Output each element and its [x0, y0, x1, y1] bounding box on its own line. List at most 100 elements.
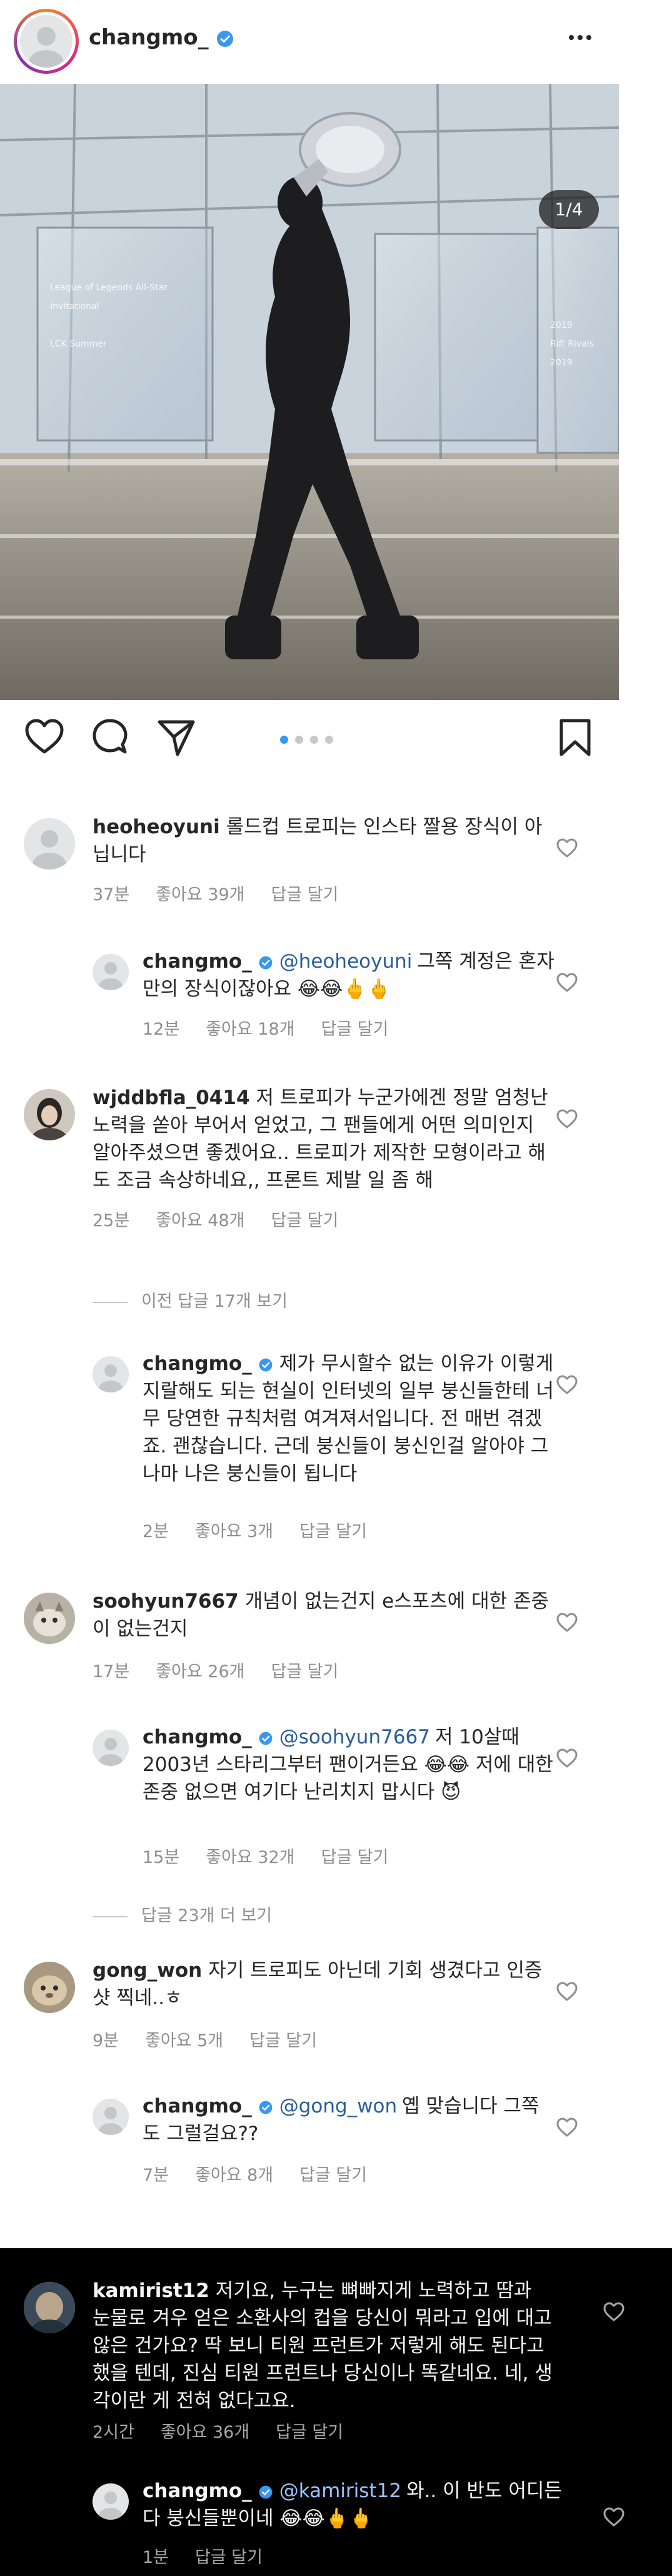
commenter-avatar[interactable] — [93, 1730, 129, 1766]
view-replies-label[interactable]: 답글 23개 더 보기 — [141, 1906, 272, 1925]
comment-likes[interactable]: 좋아요 3개 — [195, 1522, 273, 1541]
comment-icon[interactable] — [90, 718, 130, 758]
comment-likes[interactable]: 좋아요 26개 — [156, 1662, 244, 1681]
post-header: changmo_ — [0, 0, 619, 81]
default-avatar-icon — [24, 818, 75, 870]
verified-badge-icon — [259, 1358, 273, 1371]
reply-button[interactable]: 답글 달기 — [271, 1211, 339, 1230]
carousel-dot — [325, 736, 333, 744]
svg-text:Invitational: Invitational — [50, 302, 99, 312]
comment-body: heoheoyuni 롤드컵 트로피는 인스타 짤용 장식이 아닙니다 — [93, 813, 555, 868]
reply-button[interactable]: 답글 달기 — [271, 1662, 339, 1681]
comment-body: changmo_ @kamirist12 와.. 이 반도 어디든 다 붕신들뿐이네… — [143, 2477, 580, 2532]
comment: soohyun7667 개념이 없는건지 e스포츠에 대한 존중이 없는건지 17… — [0, 1588, 672, 1694]
comment-reply: changmo_ @kamirist12 와.. 이 반도 어디든 다 붕신들뿐이네… — [0, 2477, 672, 2567]
comment-likes[interactable]: 좋아요 48개 — [156, 1211, 244, 1230]
profile-avatar[interactable] — [14, 9, 79, 74]
comment-likes[interactable]: 좋아요 39개 — [156, 885, 244, 905]
comment-time: 12분 — [143, 1020, 180, 1039]
bookmark-icon[interactable] — [558, 718, 593, 758]
comment-username[interactable]: changmo_ — [143, 2480, 252, 2502]
comment-meta: 9분 좋아요 5개 답글 달기 — [93, 2027, 343, 2051]
comment-likes[interactable]: 좋아요 8개 — [195, 2166, 273, 2185]
comment-like-icon[interactable] — [603, 2302, 624, 2322]
comment-like-icon[interactable] — [556, 1375, 578, 1395]
heart-icon[interactable] — [24, 718, 65, 756]
comment-like-icon[interactable] — [556, 838, 578, 858]
svg-text:2019: 2019 — [550, 320, 573, 330]
comment-like-icon[interactable] — [556, 1982, 578, 2002]
view-previous-replies[interactable]: 이전 답글 17개 보기 — [93, 1287, 288, 1312]
comment-reply: changmo_ @gong_won 옙 맞습니다 그쪽도 그럴걸요?? 7분 좋아요… — [0, 2092, 672, 2199]
comment-username[interactable]: changmo_ — [143, 2095, 252, 2117]
comment-likes[interactable]: 좋아요 32개 — [206, 1848, 294, 1867]
reply-button[interactable]: 답글 달기 — [299, 2166, 367, 2185]
comment-like-icon[interactable] — [556, 1613, 578, 1633]
reply-button[interactable]: 답글 달기 — [276, 2423, 343, 2442]
comment-like-icon[interactable] — [603, 2507, 624, 2527]
view-replies-label[interactable]: 이전 답글 17개 보기 — [141, 1292, 288, 1311]
carousel-dot — [310, 736, 318, 744]
commenter-avatar[interactable] — [24, 818, 75, 870]
share-icon[interactable] — [156, 718, 196, 758]
post-photo[interactable]: League of Legends All-Star Invitational … — [0, 84, 619, 700]
commenter-avatar[interactable] — [24, 1593, 75, 1644]
reply-button[interactable]: 답글 달기 — [249, 2031, 317, 2051]
commenter-avatar[interactable] — [93, 954, 129, 990]
comment-reply: changmo_ @heoheoyuni 그쪽 계정은 혼자만의 장식이잖아요 😂😂… — [0, 948, 672, 1048]
verified-badge-icon — [259, 1732, 273, 1745]
comment-likes[interactable]: 좋아요 36개 — [161, 2423, 249, 2442]
comment-mention[interactable]: @heoheoyuni — [279, 950, 413, 973]
comment-meta: 12분 좋아요 18개 답글 달기 — [143, 1015, 414, 1040]
commenter-avatar[interactable] — [24, 2282, 75, 2333]
commenter-avatar[interactable] — [93, 1356, 129, 1392]
comment-time: 17분 — [93, 1662, 130, 1681]
default-avatar-icon — [93, 2099, 129, 2135]
verified-badge-icon — [259, 2485, 273, 2498]
post-author-name[interactable]: changmo_ — [89, 25, 209, 50]
comment-mention[interactable]: @gong_won — [279, 2095, 397, 2117]
carousel-indicator — [280, 736, 343, 744]
comment-username[interactable]: soohyun7667 — [93, 1590, 239, 1613]
comment-time: 15분 — [143, 1848, 180, 1867]
comment-likes[interactable]: 좋아요 18개 — [206, 1020, 294, 1039]
more-icon[interactable] — [561, 25, 599, 50]
reply-button[interactable]: 답글 달기 — [321, 1020, 389, 1039]
verified-badge-icon — [259, 2101, 273, 2114]
comment-mention[interactable]: @kamirist12 — [279, 2480, 401, 2502]
commenter-avatar[interactable] — [24, 1089, 75, 1140]
reply-button[interactable]: 답글 달기 — [299, 1522, 367, 1541]
comment-meta: 2시간 좋아요 36개 답글 달기 — [93, 2418, 369, 2443]
comment-like-icon[interactable] — [556, 973, 578, 993]
commenter-avatar[interactable] — [93, 2099, 129, 2135]
comment-username[interactable]: gong_won — [93, 1959, 202, 1982]
photo-counter: 1/4 — [539, 190, 599, 229]
comment-time: 7분 — [143, 2166, 169, 2185]
profile-photo-icon — [24, 2282, 75, 2333]
comment-mention[interactable]: @soohyun7667 — [279, 1726, 430, 1748]
view-more-replies[interactable]: 답글 23개 더 보기 — [93, 1902, 272, 1926]
comment-like-icon[interactable] — [556, 1109, 578, 1129]
default-avatar-icon — [93, 2483, 129, 2520]
comment-username[interactable]: changmo_ — [143, 1352, 252, 1375]
commenter-avatar[interactable] — [24, 1962, 75, 2013]
comment-username[interactable]: heoheoyuni — [93, 816, 220, 838]
comment-username[interactable]: kamirist12 — [93, 2279, 209, 2302]
profile-photo-icon — [24, 1962, 75, 2013]
comment-like-icon[interactable] — [556, 2117, 578, 2137]
reply-button[interactable]: 답글 달기 — [195, 2548, 263, 2567]
post-author[interactable]: changmo_ — [89, 25, 234, 50]
comment-likes[interactable]: 좋아요 5개 — [145, 2031, 223, 2051]
comment-time: 37분 — [93, 885, 130, 905]
comment-username[interactable]: changmo_ — [143, 950, 252, 973]
post-photo-illustration: League of Legends All-Star Invitational … — [0, 84, 619, 700]
comment-like-icon[interactable] — [556, 1748, 578, 1768]
comment-meta: 15분 좋아요 32개 답글 달기 — [143, 1843, 414, 1868]
profile-photo-icon — [24, 1089, 75, 1140]
reply-button[interactable]: 답글 달기 — [321, 1848, 389, 1867]
reply-button[interactable]: 답글 달기 — [271, 885, 339, 905]
comment-username[interactable]: wjddbfla_0414 — [93, 1087, 250, 1109]
commenter-avatar[interactable] — [93, 2483, 129, 2520]
comment-reply: changmo_ 제가 무시할수 없는 이유가 이렇게 지랄해도 되는 현실이 인… — [0, 1350, 672, 1541]
comment-username[interactable]: changmo_ — [143, 1726, 252, 1748]
